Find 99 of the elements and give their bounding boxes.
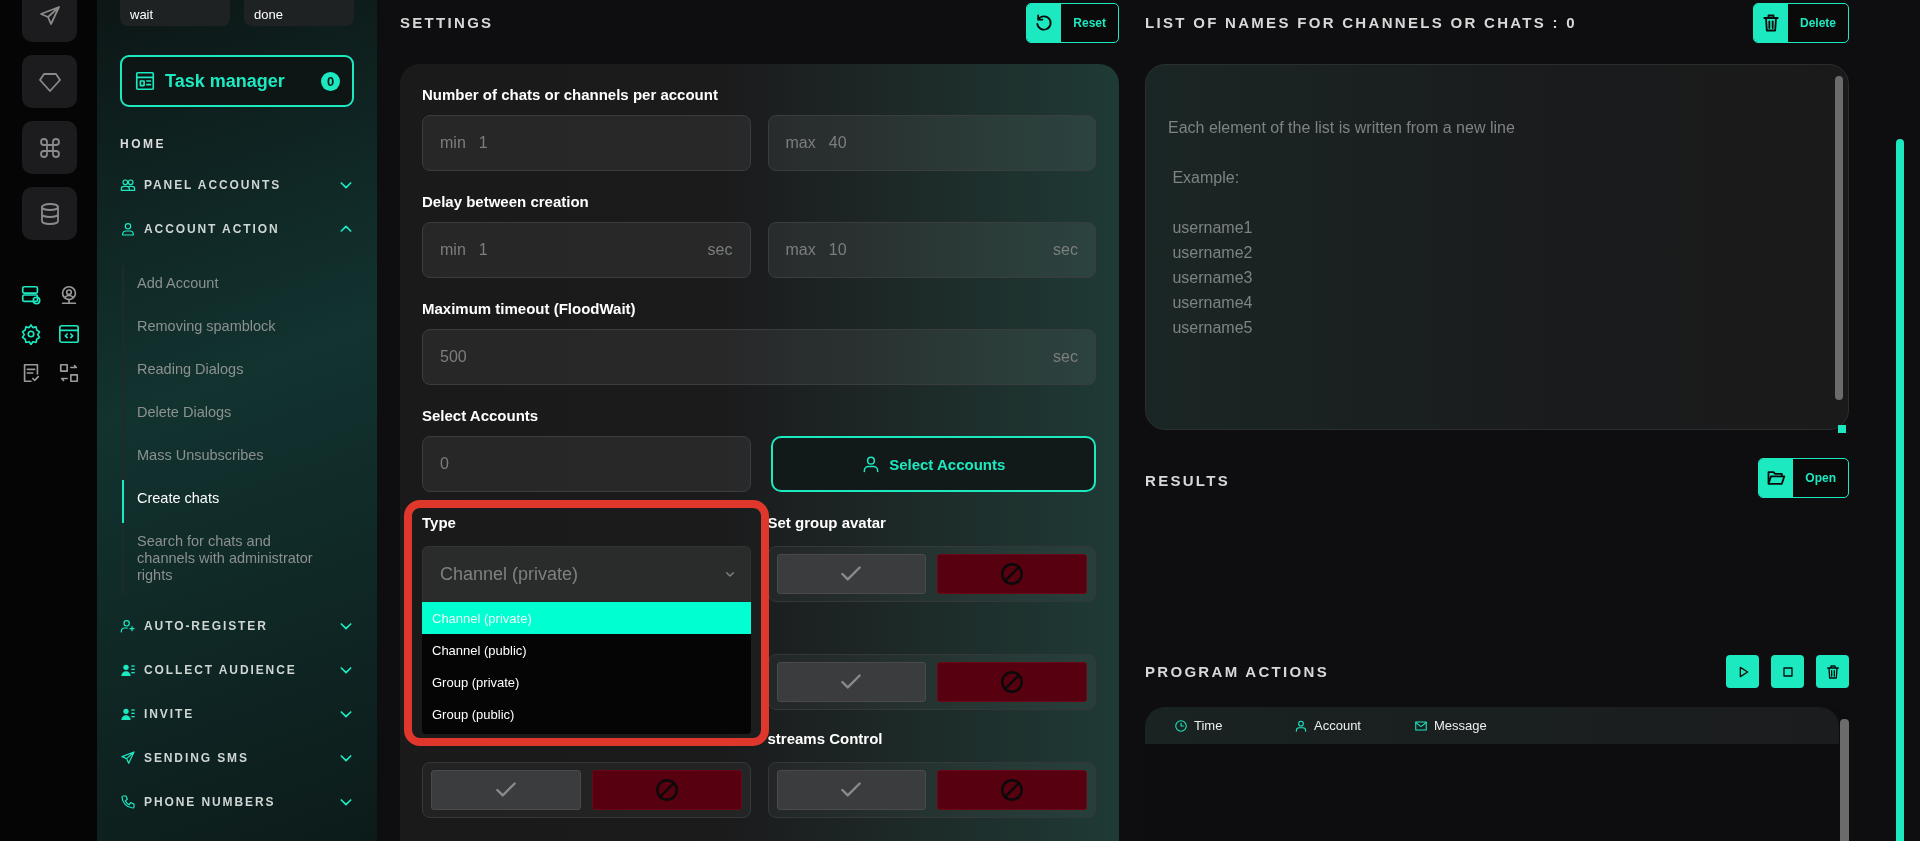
play-button[interactable] bbox=[1726, 655, 1759, 688]
type-select[interactable]: Channel (private) bbox=[422, 546, 751, 602]
scrollbar[interactable] bbox=[1896, 139, 1904, 841]
nav-tile[interactable] bbox=[22, 187, 77, 240]
number-field[interactable]: 500 sec bbox=[422, 329, 1096, 385]
placeholder-text: Each element of the list is written from a new line bbox=[1168, 118, 1516, 138]
status-button[interactable]: wait bbox=[120, 0, 230, 26]
select-accounts-button[interactable]: Select Accounts bbox=[770, 436, 1096, 492]
field-label: Set group avatar bbox=[767, 514, 886, 531]
section-title: RESULTS bbox=[1145, 472, 1230, 489]
unit-label: sec bbox=[707, 241, 733, 259]
person-icon bbox=[120, 221, 136, 237]
menu-section[interactable]: ACCOUNT ACTION bbox=[120, 207, 354, 251]
forbidden-icon bbox=[999, 669, 1026, 695]
unit-label: sec bbox=[1053, 241, 1078, 259]
field-label: Type bbox=[422, 514, 457, 533]
open-button[interactable]: Open bbox=[1758, 458, 1849, 498]
placeholder-text: Example: bbox=[1171, 168, 1241, 188]
field-value: 1 bbox=[478, 241, 489, 259]
person-icon bbox=[1294, 718, 1308, 733]
task-manager-button[interactable]: Task manager 0 bbox=[120, 55, 354, 107]
field-prefix: max bbox=[785, 241, 816, 259]
forbidden-icon bbox=[999, 561, 1026, 587]
placeholder-text: username1 bbox=[1171, 218, 1254, 238]
field-prefix: min bbox=[440, 134, 466, 152]
dropdown-option[interactable]: Group (public) bbox=[422, 698, 751, 730]
person-plus-icon bbox=[120, 618, 136, 634]
nav-tile[interactable] bbox=[22, 55, 77, 108]
home-link[interactable]: HOME bbox=[120, 137, 354, 157]
clock-icon bbox=[1174, 718, 1188, 733]
people-icon bbox=[120, 177, 136, 193]
menu-item[interactable]: Removing spamblock bbox=[122, 308, 324, 351]
field-prefix: max bbox=[785, 134, 816, 152]
send-icon bbox=[37, 3, 62, 28]
section-title: PROGRAM ACTIONS bbox=[1145, 663, 1329, 680]
field-value: 10 bbox=[828, 241, 848, 259]
placeholder-text: username2 bbox=[1171, 243, 1254, 263]
reset-button[interactable]: Reset bbox=[1026, 3, 1119, 43]
forbidden-icon bbox=[999, 777, 1026, 803]
trash-icon bbox=[1824, 663, 1841, 680]
number-field[interactable]: min 1 bbox=[422, 115, 751, 171]
scrollbar[interactable] bbox=[1835, 76, 1843, 400]
person-list-icon bbox=[120, 662, 136, 678]
reset-icon bbox=[1034, 13, 1055, 33]
field-label: Delay between creation bbox=[422, 193, 590, 212]
task-list-icon bbox=[134, 70, 156, 92]
account-count-field[interactable]: 0 bbox=[422, 436, 751, 492]
column-header: Account bbox=[1314, 718, 1361, 733]
field-value: 40 bbox=[828, 134, 848, 152]
field-label: Maximum timeout (FloodWait) bbox=[422, 300, 637, 319]
field-label: streams Control bbox=[767, 730, 883, 747]
placeholder-text: username3 bbox=[1171, 268, 1254, 288]
menu-item[interactable]: Add Account bbox=[122, 265, 324, 308]
menu-section[interactable]: PHONE NUMBERS bbox=[120, 780, 354, 824]
person-list-icon bbox=[120, 706, 136, 722]
section-title: LIST OF NAMES FOR CHANNELS OR CHATS : 0 bbox=[1145, 14, 1577, 31]
placeholder-text: username5 bbox=[1171, 318, 1254, 338]
field-prefix: min bbox=[440, 241, 466, 259]
menu-item[interactable]: Reading Dialogs bbox=[122, 351, 324, 394]
names-textarea[interactable]: Each element of the list is written from a new line Example: username1 username2 username3 username4 username5 bbox=[1145, 64, 1849, 430]
menu-item[interactable]: Delete Dialogs bbox=[122, 394, 324, 437]
menu-item[interactable]: Create chats bbox=[122, 480, 324, 523]
nav-tile[interactable] bbox=[22, 0, 77, 42]
menu-section[interactable]: SENDING SMS bbox=[120, 736, 354, 780]
gear-icon[interactable] bbox=[19, 323, 42, 345]
phone-icon bbox=[120, 794, 136, 810]
delete-button[interactable]: Delete bbox=[1752, 3, 1849, 43]
field-value: 1 bbox=[478, 134, 489, 152]
stop-button[interactable] bbox=[1771, 655, 1804, 688]
swap-icon[interactable] bbox=[57, 362, 80, 384]
menu-section[interactable]: PANEL ACCOUNTS bbox=[120, 163, 354, 207]
resize-handle[interactable] bbox=[1838, 425, 1846, 433]
clear-button[interactable] bbox=[1816, 655, 1849, 688]
placeholder-text: username4 bbox=[1171, 293, 1254, 313]
column-header: Time bbox=[1194, 718, 1223, 733]
menu-item[interactable]: Mass Unsubscribes bbox=[122, 437, 324, 480]
dropdown-option[interactable]: Group (private) bbox=[422, 666, 751, 698]
field-value: 500 bbox=[440, 348, 468, 366]
column-header: Message bbox=[1434, 718, 1487, 733]
send-icon bbox=[120, 750, 136, 766]
nav-tile[interactable] bbox=[22, 121, 77, 174]
folder-icon bbox=[1766, 468, 1787, 488]
number-field[interactable]: min 1 sec bbox=[422, 222, 751, 278]
field-label: Select Accounts bbox=[422, 407, 540, 426]
field-label: Number of chats or channels per account bbox=[422, 86, 719, 105]
status-button[interactable]: done bbox=[244, 0, 354, 26]
menu-section[interactable]: COLLECT AUDIENCE bbox=[120, 648, 354, 692]
unit-label: sec bbox=[1053, 348, 1078, 366]
menu-item[interactable]: Search for chats and channels with administrator rights bbox=[122, 523, 324, 594]
code-icon[interactable] bbox=[57, 323, 80, 345]
command-icon bbox=[37, 135, 62, 160]
mail-icon bbox=[1414, 718, 1428, 733]
menu-section[interactable]: INVITE bbox=[120, 692, 354, 736]
dropdown-option[interactable]: Channel (public) bbox=[422, 634, 751, 666]
field-value: 0 bbox=[440, 455, 450, 473]
server-icon[interactable] bbox=[19, 284, 42, 306]
section-title: SETTINGS bbox=[400, 14, 494, 31]
menu-section[interactable]: AUTO-REGISTER bbox=[120, 604, 354, 648]
forbidden-icon bbox=[653, 777, 680, 803]
